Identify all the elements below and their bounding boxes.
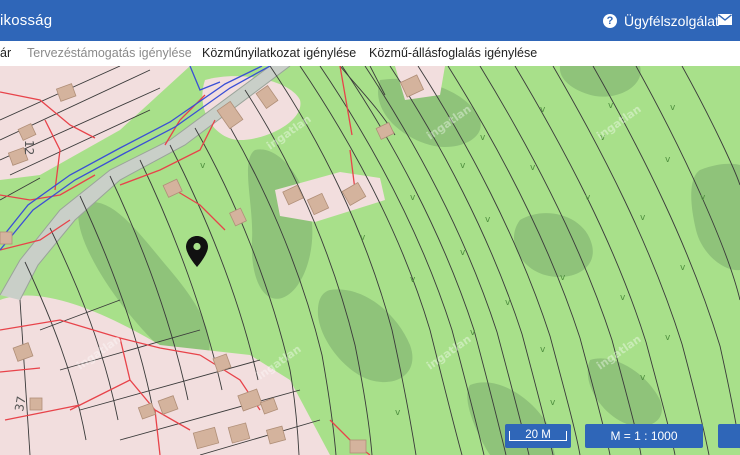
svg-text:v: v — [410, 275, 416, 285]
svg-text:v: v — [680, 263, 686, 273]
svg-text:v: v — [640, 213, 646, 223]
tab-utility-position[interactable]: Közmű-állásfoglalás igénylése — [369, 46, 537, 60]
scale-bar: 20 M — [509, 429, 567, 441]
street-number-12: 12 — [22, 140, 36, 155]
svg-text:v: v — [485, 215, 491, 225]
svg-text:v: v — [200, 161, 206, 171]
svg-text:v: v — [540, 345, 546, 355]
svg-text:v: v — [670, 103, 676, 113]
map-extra-button[interactable] — [718, 424, 740, 448]
svg-text:v: v — [505, 298, 511, 308]
svg-text:v: v — [360, 233, 366, 243]
tab-utility-statement[interactable]: Közműnyilatkozat igénylése — [202, 46, 356, 60]
street-number-37: 37 — [12, 395, 28, 412]
support-label: Ügyfélszolgálat — [624, 13, 719, 29]
scale-bar-button[interactable]: 20 M — [505, 424, 571, 448]
tab-partial[interactable]: ár — [0, 46, 11, 60]
svg-text:v: v — [460, 161, 466, 171]
svg-text:v: v — [410, 193, 416, 203]
header-bar: ikosság ? Ügyfélszolgálat — [0, 0, 740, 41]
svg-text:v: v — [608, 101, 614, 111]
map-view[interactable]: vvv vvv vvv vvv vvv vvv vvv vvv vvv 12 3… — [0, 66, 740, 455]
svg-text:v: v — [665, 155, 671, 165]
map-ratio-button[interactable]: M = 1 : 1000 — [585, 424, 703, 448]
support-link[interactable]: ? Ügyfélszolgálat — [603, 11, 719, 31]
svg-text:v: v — [530, 163, 536, 173]
svg-text:v: v — [620, 293, 626, 303]
svg-text:v: v — [665, 333, 671, 343]
app-title: ikosság — [0, 12, 53, 29]
svg-text:v: v — [550, 398, 556, 408]
svg-text:v: v — [585, 193, 591, 203]
svg-text:v: v — [540, 105, 546, 115]
tab-bar: ár Tervezéstámogatás igénylése Közműnyil… — [0, 41, 740, 67]
map-ratio-label: M = 1 : 1000 — [610, 429, 678, 443]
map-pin-icon[interactable] — [186, 236, 208, 267]
svg-text:v: v — [480, 133, 486, 143]
help-circle-icon: ? — [603, 14, 617, 28]
mail-icon[interactable] — [718, 14, 732, 25]
tab-design-support[interactable]: Tervezéstámogatás igénylése — [27, 46, 192, 60]
svg-text:v: v — [560, 273, 566, 283]
svg-text:v: v — [700, 193, 706, 203]
svg-text:v: v — [640, 373, 646, 383]
svg-text:v: v — [470, 328, 476, 338]
svg-text:v: v — [460, 248, 466, 258]
scale-label: 20 M — [525, 429, 551, 441]
svg-text:v: v — [395, 408, 401, 418]
